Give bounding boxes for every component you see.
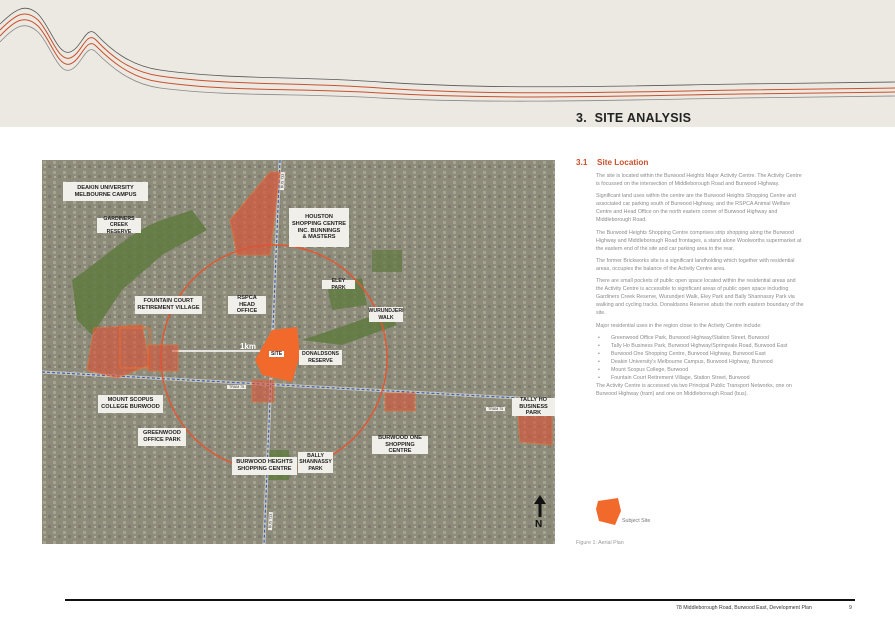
paragraph: Major residential uses in the region clo… (596, 322, 762, 329)
map-label-eley: ELEY PARK (322, 278, 355, 291)
paragraph: The Activity Centre is accessed via two … (596, 383, 792, 398)
aerial-map: DEAKIN UNIVERSITY MELBOURNE CAMPUS GARDI… (42, 160, 555, 544)
list-item: Tally Ho Business Park, Burwood Highway/… (596, 342, 804, 350)
road-label-tram-east: TRAM 75 (486, 407, 506, 411)
map-label-bally: BALLY SHANNASSY PARK (298, 452, 333, 473)
road-label-tram-west: TRAM 75 (227, 385, 247, 389)
map-label-burwood-heights: BURWOOD HEIGHTS SHOPPING CENTRE (232, 457, 297, 475)
paragraph: The Burwood Heights Shopping Centre comp… (596, 229, 802, 252)
paragraph: The site is located within the Burwood H… (596, 173, 802, 188)
km-label: 1km (240, 342, 257, 351)
subsection-number: 3.1 (576, 158, 588, 167)
list-item: Fountain Court Retirement Village, Stati… (596, 374, 804, 382)
map-label-deakin: DEAKIN UNIVERSITY MELBOURNE CAMPUS (63, 182, 148, 201)
legend-label: Subject Site (622, 518, 651, 524)
section-heading: SITE ANALYSIS (594, 111, 692, 125)
footer-text: 78 Middleborough Road, Burwood East, Dev… (676, 605, 812, 611)
map-label-rspca: RSPCA HEAD OFFICE (228, 295, 266, 314)
figure-caption: Figure 1: Aerial Plan (576, 540, 624, 546)
north-label: N (535, 519, 543, 530)
map-label-fountain: FOUNTAIN COURT RETIREMENT VILLAGE (135, 296, 202, 314)
list-item: Mount Scopus College, Burwood (596, 366, 804, 374)
header-band (0, 0, 895, 127)
page-number: 9 (849, 605, 852, 611)
section-number: 3. (576, 111, 588, 125)
north-arrow-icon: N (533, 495, 547, 531)
footer-rule (65, 599, 855, 601)
list-item: Greenwood Office Park, Burwood Highway/S… (596, 334, 804, 342)
map-label-wurundjeri: WURUNDJERI WALK (368, 307, 404, 322)
map-label-scopus: MOUNT SCOPUS COLLEGE BURWOOD (98, 395, 163, 413)
subsection-heading: 3.1 Site Location (576, 158, 648, 167)
subsection-title: Site Location (597, 158, 649, 167)
map-label-donaldsons: DONALDSONS RESERVE (299, 350, 342, 365)
paragraph: There are small pockets of public open s… (596, 278, 804, 317)
map-label-houston: HOUSTON SHOPPING CENTRE INC. BUNNINGS & … (289, 208, 349, 247)
site-label: SITE (269, 351, 285, 357)
section-title: 3. SITE ANALYSIS (576, 111, 691, 125)
paragraph: Significant land uses within the centre … (596, 193, 796, 224)
uses-list: Greenwood Office Park, Burwood Highway/S… (596, 334, 804, 383)
list-item: Deakin University's Melbourne Campus, Bu… (596, 358, 804, 366)
paragraph: The former Brickworks site is a signific… (596, 257, 795, 272)
subject-site-legend-icon (596, 498, 621, 525)
contour-lines-graphic (0, 7, 895, 102)
map-label-burwood-one: BURWOOD ONE SHOPPING CENTRE (372, 435, 428, 454)
list-item: Burwood One Shopping Centre, Burwood Hig… (596, 350, 804, 358)
map-label-tally-ho: TALLY HO BUSINESS PARK (512, 397, 555, 416)
map-label-greenwood: GREENWOOD OFFICE PARK (138, 428, 186, 446)
body-text: The site is located within the Burwood H… (596, 172, 804, 402)
map-label-gardiners: GARDINERS CREEK RESERVE (97, 216, 141, 235)
